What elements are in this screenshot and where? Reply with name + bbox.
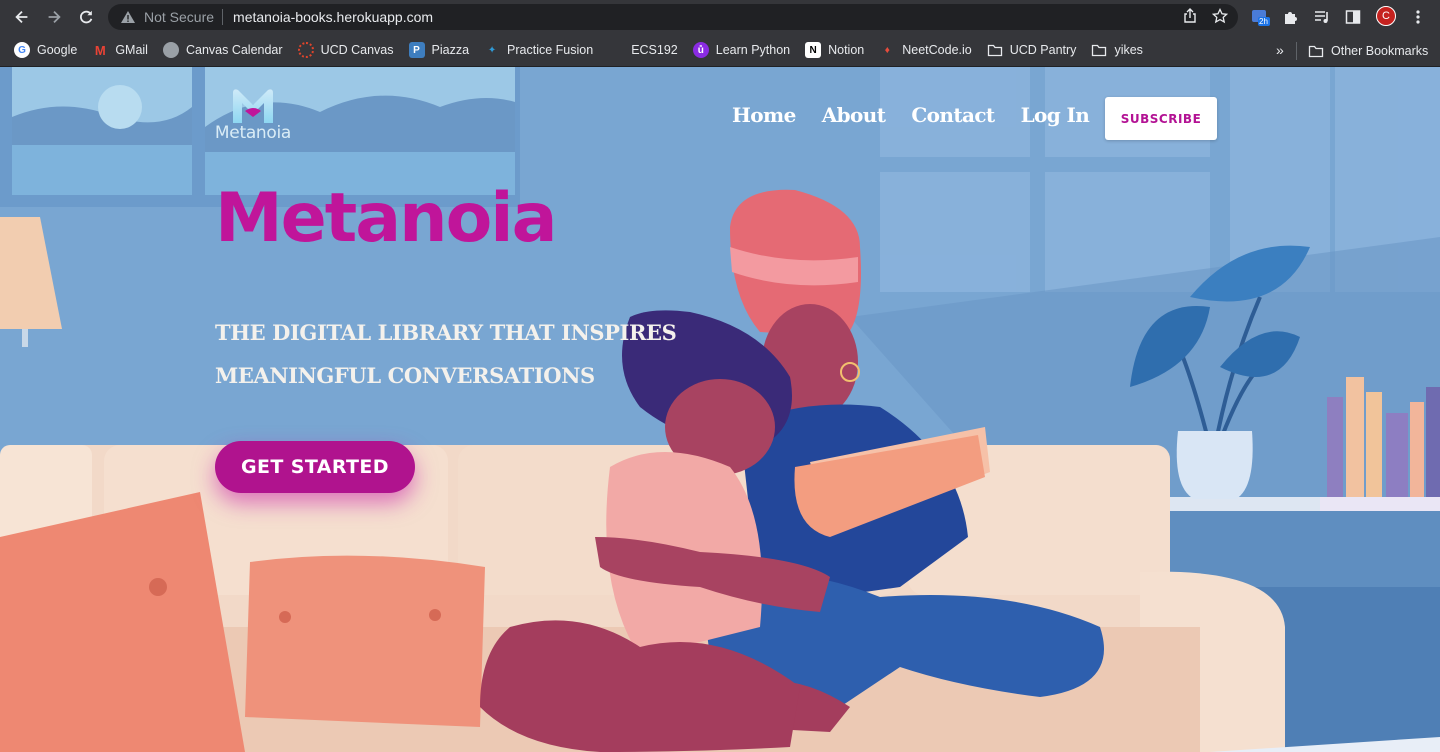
media-control-icon[interactable] (1311, 6, 1333, 28)
folder-icon (1308, 45, 1324, 57)
webpage: Metanoia Home About Contact Log In SUBSC… (0, 67, 1440, 752)
neetcode-icon: ♦ (884, 44, 890, 56)
bookmark-google[interactable]: G Google (14, 42, 77, 58)
kebab-menu-icon[interactable] (1407, 6, 1429, 28)
bookmark-ucd-canvas[interactable]: UCD Canvas (297, 42, 394, 58)
tagline-line-1: THE DIGITAL LIBRARY THAT INSPIRES (215, 320, 677, 345)
bookmark-practice-fusion[interactable]: ✦ Practice Fusion (484, 42, 593, 58)
security-status[interactable]: Not Secure (144, 9, 214, 25)
globe-icon (162, 42, 179, 58)
tagline-line-2: MEANINGFUL CONVERSATIONS (215, 363, 595, 388)
nav-contact[interactable]: Contact (911, 103, 995, 127)
bookmark-canvas-calendar[interactable]: Canvas Calendar (162, 42, 283, 58)
bookmarks-bar: G Google M GMail Canvas Calendar UCD Can… (0, 34, 1440, 67)
reload-button[interactable] (70, 0, 102, 34)
forward-button[interactable] (38, 0, 70, 34)
get-started-button[interactable]: GET STARTED (215, 441, 415, 493)
metanoia-logo-icon (233, 89, 273, 123)
bookmark-gmail[interactable]: M GMail (92, 42, 148, 58)
other-bookmarks[interactable]: Other Bookmarks (1308, 34, 1428, 67)
folder-icon (987, 44, 1002, 57)
practice-fusion-icon: ✦ (487, 44, 497, 56)
arrow-left-icon (15, 10, 28, 24)
bookmark-separator (1296, 42, 1297, 60)
back-button[interactable] (6, 0, 38, 34)
warning-icon (121, 11, 135, 23)
browser-toolbar: Not Secure metanoia-books.herokuapp.com … (0, 0, 1440, 34)
arrow-right-icon (48, 10, 61, 24)
bookmark-label: GMail (115, 43, 148, 57)
gmail-icon: M (94, 42, 106, 58)
notion-icon: N (805, 42, 822, 58)
side-panel-icon[interactable] (1342, 6, 1364, 28)
bookmark-label: yikes (1114, 43, 1143, 57)
canvas-icon (297, 42, 314, 58)
more-bookmarks-button[interactable]: » (1276, 42, 1284, 58)
piazza-icon: P (408, 42, 425, 58)
profile-avatar[interactable]: C (1376, 6, 1396, 26)
main-nav: Home About Contact Log In (732, 103, 1115, 127)
bookmark-ecs192[interactable]: ECS192 (608, 42, 678, 58)
hero-title: Metanoia (215, 179, 558, 258)
bookmark-neetcode[interactable]: ♦ NeetCode.io (879, 42, 972, 58)
url-text[interactable]: metanoia-books.herokuapp.com (233, 9, 433, 25)
subscribe-button[interactable]: SUBSCRIBE (1105, 97, 1217, 140)
python-icon: ů (692, 42, 709, 58)
reload-icon (80, 10, 93, 24)
bookmark-ucd-pantry[interactable]: UCD Pantry (987, 42, 1077, 58)
share-icon[interactable] (1182, 8, 1198, 24)
site-logo[interactable]: Metanoia (214, 87, 292, 143)
bookmark-label: UCD Canvas (320, 43, 394, 57)
folder-icon (1092, 44, 1107, 57)
hero-illustration (0, 67, 1440, 752)
bookmark-star-icon[interactable] (1212, 8, 1228, 24)
bookmark-piazza[interactable]: P Piazza (408, 42, 470, 58)
omnibox-separator (222, 9, 224, 25)
bookmark-label: Piazza (431, 43, 470, 57)
bookmark-label: Practice Fusion (507, 43, 594, 57)
hero-tagline: THE DIGITAL LIBRARY THAT INSPIRES MEANIN… (215, 311, 677, 397)
bookmark-label: Notion (828, 43, 865, 57)
extension-badge: 2h (1259, 17, 1268, 26)
bookmark-label: Canvas Calendar (185, 43, 283, 57)
bookmark-learn-python[interactable]: ů Learn Python (692, 42, 791, 58)
puzzle-icon[interactable] (1280, 6, 1302, 28)
other-bookmarks-label: Other Bookmarks (1331, 43, 1429, 58)
bookmark-label: ECS192 (631, 43, 678, 57)
nav-log-in[interactable]: Log In (1021, 103, 1090, 127)
nav-about[interactable]: About (822, 103, 886, 127)
nav-home[interactable]: Home (732, 103, 796, 127)
bookmark-label: NeetCode.io (902, 43, 972, 57)
extension-calendar-icon[interactable]: 2h (1249, 6, 1271, 28)
bookmark-label: Learn Python (715, 43, 791, 57)
bookmark-yikes[interactable]: yikes (1091, 42, 1143, 58)
bookmark-label: Google (37, 43, 78, 57)
google-icon: G (14, 42, 30, 58)
address-bar[interactable]: Not Secure metanoia-books.herokuapp.com (108, 4, 1238, 30)
bookmark-label: UCD Pantry (1009, 43, 1077, 57)
logo-text: Metanoia (214, 123, 292, 143)
blank-icon (608, 42, 624, 58)
bookmark-notion[interactable]: N Notion (805, 42, 864, 58)
